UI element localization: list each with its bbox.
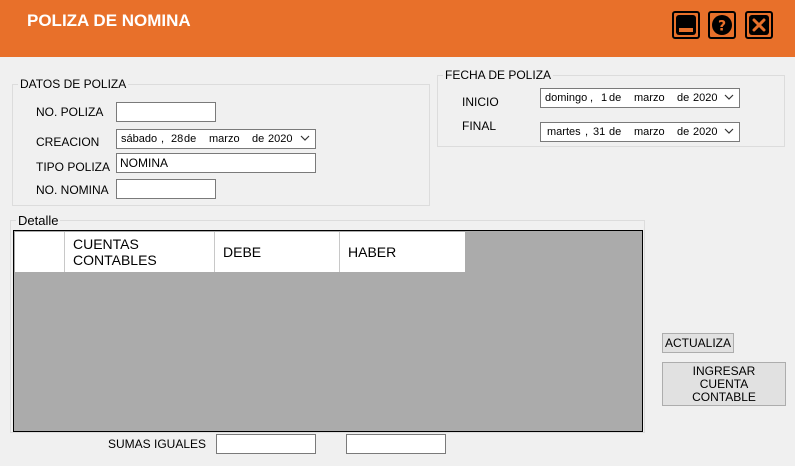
no-poliza-label: NO. POLIZA [36, 105, 104, 119]
inicio-de-2: de [677, 92, 690, 104]
creacion-de-2: de [252, 133, 265, 145]
creacion-de-1: de [184, 133, 197, 145]
no-nomina-label: NO. NOMINA [36, 183, 109, 197]
inicio-label: INICIO [462, 95, 499, 109]
chevron-down-icon[interactable] [723, 125, 735, 137]
creacion-month: marzo [209, 133, 240, 145]
final-de-2: de [677, 126, 690, 138]
datos-poliza-legend: DATOS DE POLIZA [18, 77, 129, 91]
help-button[interactable]: ? [708, 11, 736, 39]
svg-text:?: ? [718, 19, 726, 35]
inicio-month: marzo [634, 92, 665, 104]
chevron-down-icon[interactable] [723, 91, 735, 103]
no-nomina-input[interactable] [116, 179, 216, 199]
creacion-date-picker[interactable]: sábado , 28 de marzo de 2020 [116, 129, 316, 149]
tipo-poliza-input[interactable] [116, 153, 316, 173]
final-de-1: de [609, 126, 622, 138]
fecha-poliza-legend: FECHA DE POLIZA [443, 68, 554, 82]
creacion-year: 2020 [268, 133, 293, 145]
inicio-day-name: domingo [545, 92, 588, 104]
creacion-day-name: sábado [121, 133, 158, 145]
grid-header: CUENTAS CONTABLES DEBE HABER [15, 232, 465, 272]
column-debe[interactable]: DEBE [215, 232, 340, 272]
final-month: marzo [634, 126, 665, 138]
sumas-iguales-label: SUMAS IGUALES [108, 437, 207, 451]
inicio-de-1: de [609, 92, 622, 104]
creacion-day: 28 [171, 133, 184, 145]
minimize-icon [676, 15, 696, 35]
final-day-name: martes [547, 126, 581, 138]
final-year: 2020 [693, 126, 718, 138]
actualiza-button[interactable]: ACTUALIZA [662, 333, 734, 353]
final-label: FINAL [462, 119, 497, 133]
inicio-day: 1 [601, 92, 608, 104]
detalle-grid[interactable]: CUENTAS CONTABLES DEBE HABER [13, 230, 643, 432]
title-bar: POLIZA DE NOMINA ? [0, 0, 795, 57]
detalle-legend: Detalle [16, 213, 61, 228]
sumas-debe-input[interactable] [216, 434, 316, 454]
no-poliza-input[interactable] [116, 102, 216, 122]
row-header-column[interactable] [15, 232, 65, 272]
final-date-picker[interactable]: martes , 31 de marzo de 2020 [540, 122, 740, 142]
sumas-haber-input[interactable] [346, 434, 446, 454]
inicio-date-picker[interactable]: domingo , 1 de marzo de 2020 [540, 88, 740, 108]
ingresar-cuenta-contable-button[interactable]: INGRESAR CUENTA CONTABLE [662, 362, 786, 406]
tipo-poliza-label: TIPO POLIZA [36, 160, 111, 174]
chevron-down-icon[interactable] [299, 132, 311, 144]
help-icon: ? [712, 15, 732, 35]
close-icon [749, 15, 769, 35]
minimize-button[interactable] [672, 11, 700, 39]
close-button[interactable] [745, 11, 773, 39]
inicio-year: 2020 [693, 92, 718, 104]
creacion-label: CREACION [36, 135, 100, 149]
window-title: POLIZA DE NOMINA [27, 11, 191, 30]
final-day: 31 [593, 126, 606, 138]
column-haber[interactable]: HABER [340, 232, 465, 272]
column-cuentas-contables[interactable]: CUENTAS CONTABLES [65, 232, 215, 272]
